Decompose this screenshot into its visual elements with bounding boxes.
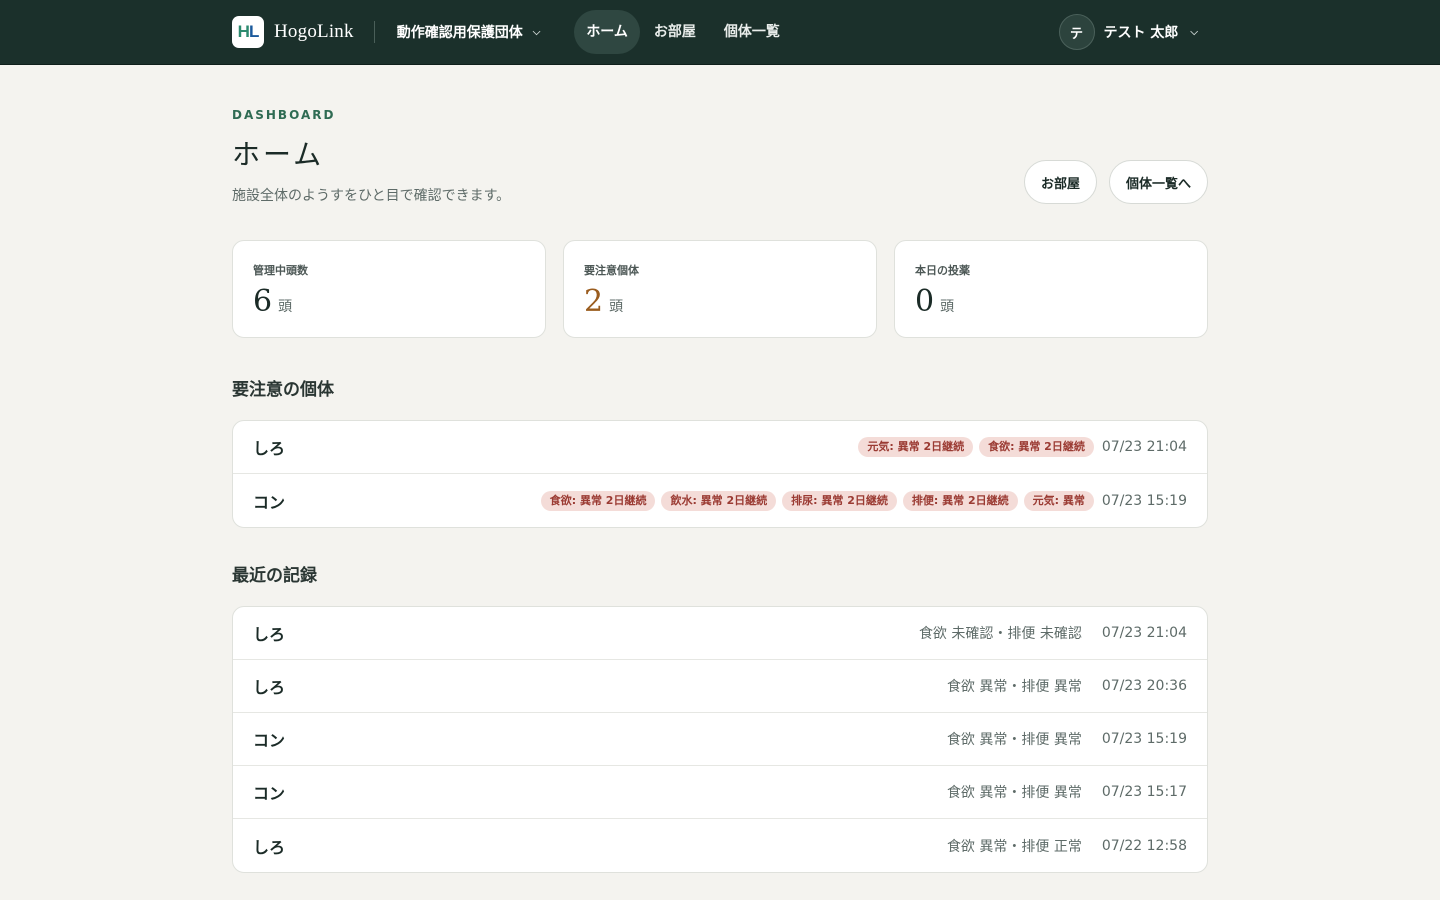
record-summary: 食欲 未確認・排便 未確認 bbox=[918, 626, 1082, 642]
attention-section-title: 要注意の個体 bbox=[232, 380, 334, 400]
status-badge: 排尿: 異常 2日継続 bbox=[782, 490, 897, 511]
list-item[interactable]: しろ 食欲 未確認・排便 未確認 07/23 21:04 bbox=[233, 607, 1207, 660]
list-item[interactable]: コン 食欲 異常・排便 異常 07/23 15:19 bbox=[233, 713, 1207, 766]
timestamp: 07/23 21:04 bbox=[1101, 439, 1187, 455]
record-summary: 食欲 異常・排便 異常 bbox=[946, 679, 1082, 695]
timestamp: 07/23 15:17 bbox=[1101, 784, 1187, 800]
user-menu[interactable]: テ テスト 太郎 ⌵ bbox=[1058, 14, 1198, 50]
stat-card-attention: 要注意個体 2 頭 bbox=[563, 240, 877, 338]
timestamp: 07/23 20:36 bbox=[1101, 678, 1187, 694]
stat-value: 2 bbox=[584, 284, 604, 319]
status-badge: 元気: 異常 2日継続 bbox=[858, 437, 974, 457]
app-name[interactable]: HogoLink bbox=[274, 21, 354, 43]
stat-unit: 頭 bbox=[278, 299, 293, 315]
animal-name: しろ bbox=[253, 678, 286, 697]
nav-divider bbox=[373, 21, 375, 43]
chevron-down-icon: ⌵ bbox=[1190, 26, 1198, 38]
timestamp: 07/23 15:19 bbox=[1101, 731, 1187, 747]
main-nav: ホーム お部屋 個体一覧 bbox=[574, 10, 794, 54]
animal-name: コン bbox=[253, 731, 286, 750]
recent-section-title: 最近の記録 bbox=[232, 566, 317, 586]
animal-name: コン bbox=[253, 784, 286, 803]
timestamp: 07/22 12:58 bbox=[1101, 837, 1187, 854]
header-actions: お部屋 個体一覧へ bbox=[1023, 160, 1208, 204]
stat-card-managed: 管理中頭数 6 頭 bbox=[232, 240, 546, 338]
list-item[interactable]: しろ 食欲 異常・排便 正常 07/22 12:58 bbox=[233, 819, 1207, 872]
status-badge: 元気: 異常 bbox=[1023, 490, 1094, 511]
animal-name: しろ bbox=[253, 439, 286, 458]
stat-value: 0 bbox=[915, 284, 935, 319]
stat-label: 本日の投薬 bbox=[915, 264, 970, 277]
chevron-down-icon: ⌵ bbox=[532, 26, 541, 38]
stat-label: 要注意個体 bbox=[584, 264, 639, 277]
list-item[interactable]: しろ 食欲 異常・排便 異常 07/23 20:36 bbox=[233, 660, 1207, 713]
stat-card-medication: 本日の投薬 0 頭 bbox=[894, 240, 1208, 338]
stat-label: 管理中頭数 bbox=[253, 264, 308, 277]
status-badge: 飲水: 異常 2日継続 bbox=[661, 490, 777, 511]
recent-records-list: しろ 食欲 未確認・排便 未確認 07/23 21:04 しろ 食欲 異常・排便… bbox=[232, 606, 1208, 873]
nav-animal-list[interactable]: 個体一覧 bbox=[710, 10, 794, 54]
main-content: DASHBOARD ホーム 施設全体のようすをひと目で確認できます。 お部屋 個… bbox=[232, 65, 1208, 873]
record-summary: 食欲 異常・排便 正常 bbox=[946, 838, 1082, 855]
record-summary: 食欲 異常・排便 異常 bbox=[946, 732, 1082, 748]
stat-unit: 頭 bbox=[609, 299, 624, 315]
list-item[interactable]: コン 食欲 異常・排便 異常 07/23 15:17 bbox=[233, 766, 1207, 819]
organization-selector[interactable]: 動作確認用保護団体 ⌵ bbox=[397, 22, 541, 42]
attention-list: しろ 元気: 異常 2日継続 食欲: 異常 2日継続 07/23 21:04 コ… bbox=[232, 420, 1208, 528]
status-badge: 食欲: 異常 2日継続 bbox=[979, 437, 1094, 457]
record-summary: 食欲 異常・排便 異常 bbox=[946, 785, 1082, 801]
hogolink-logo-icon[interactable]: HL bbox=[232, 16, 264, 48]
stat-value: 6 bbox=[253, 284, 273, 319]
timestamp: 07/23 21:04 bbox=[1101, 625, 1187, 641]
page-eyebrow: DASHBOARD bbox=[232, 108, 336, 122]
animal-name: コン bbox=[253, 492, 286, 512]
list-item[interactable]: しろ 元気: 異常 2日継続 食欲: 異常 2日継続 07/23 21:04 bbox=[233, 421, 1207, 474]
status-badge: 食欲: 異常 2日継続 bbox=[540, 490, 656, 511]
top-navbar: HL HogoLink 動作確認用保護団体 ⌵ ホーム お部屋 個体一覧 テ テ… bbox=[0, 0, 1440, 65]
nav-home[interactable]: ホーム bbox=[574, 10, 640, 54]
avatar: テ bbox=[1058, 14, 1095, 50]
animal-name: しろ bbox=[253, 837, 286, 857]
nav-rooms[interactable]: お部屋 bbox=[640, 10, 710, 54]
list-item[interactable]: コン 食欲: 異常 2日継続 飲水: 異常 2日継続 排尿: 異常 2日継続 排… bbox=[233, 474, 1207, 527]
stat-unit: 頭 bbox=[940, 299, 955, 315]
timestamp: 07/23 15:19 bbox=[1101, 492, 1187, 509]
animal-name: しろ bbox=[253, 625, 286, 644]
user-name: テスト 太郎 bbox=[1103, 25, 1179, 41]
animal-list-button[interactable]: 個体一覧へ bbox=[1108, 160, 1208, 204]
stats-cards: 管理中頭数 6 頭 要注意個体 2 頭 本日の投薬 0 頭 bbox=[232, 240, 1208, 338]
rooms-button[interactable]: お部屋 bbox=[1023, 160, 1097, 204]
status-badge: 排便: 異常 2日継続 bbox=[902, 490, 1018, 511]
organization-name: 動作確認用保護団体 bbox=[396, 25, 523, 41]
